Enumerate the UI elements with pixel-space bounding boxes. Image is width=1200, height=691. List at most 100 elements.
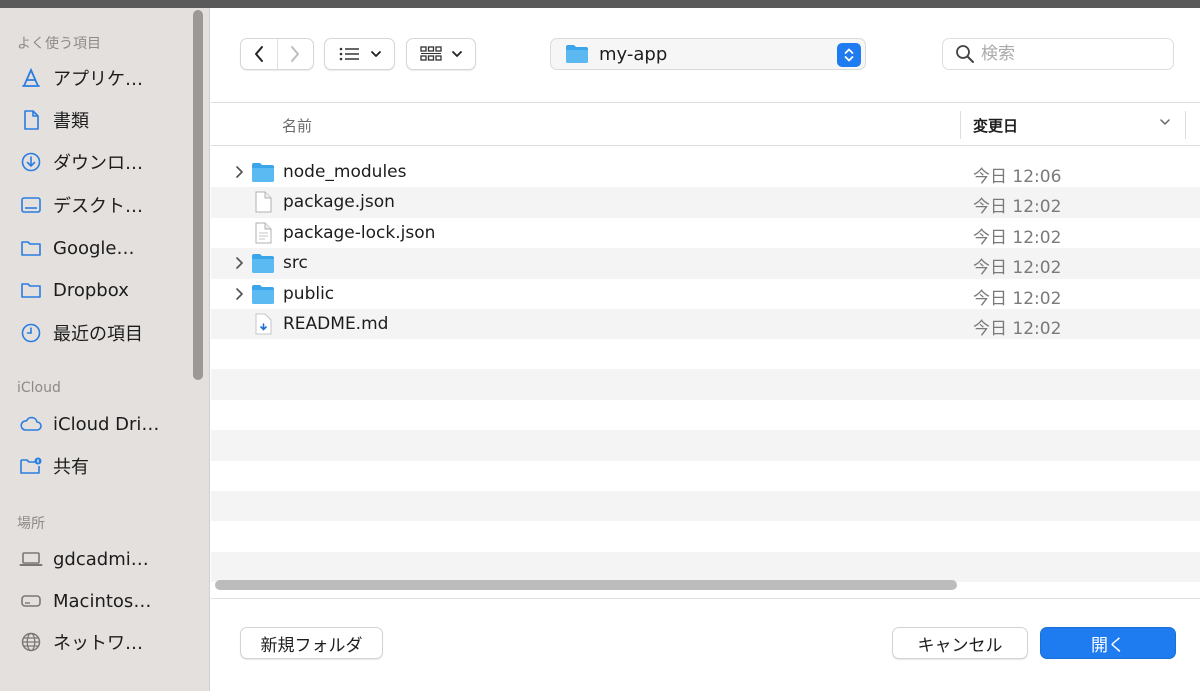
empty-row [211, 430, 1200, 461]
table-row[interactable]: public 今日 12:02 [211, 279, 1200, 309]
table-row[interactable]: package.json 今日 12:02 [211, 187, 1200, 218]
path-popup[interactable]: my-app [550, 38, 866, 70]
sort-chevron-icon[interactable] [1158, 115, 1172, 129]
column-separator[interactable] [960, 111, 961, 139]
sidebar-item-documents[interactable]: 書類 [18, 104, 198, 136]
sidebar-item-shared[interactable]: 共有 [18, 450, 198, 482]
sidebar-item-label: ネットワ… [53, 633, 143, 654]
file-name: public [283, 283, 335, 304]
file-date: 今日 12:02 [973, 258, 1062, 279]
chevron-right-icon [236, 166, 243, 178]
table-row[interactable]: package-lock.json 今日 12:02 [211, 218, 1200, 248]
sidebar-item-label: 最近の項目 [53, 324, 143, 345]
disclosure-triangle[interactable] [231, 286, 247, 302]
sidebar-item-recents[interactable]: 最近の項目 [18, 317, 198, 349]
sidebar-item-icloud-drive[interactable]: iCloud Dri… [18, 408, 198, 440]
sidebar-item-label: Macintos… [53, 590, 152, 612]
empty-row [211, 339, 1200, 369]
empty-row-stripes [211, 339, 1200, 583]
markdown-file-icon [255, 313, 272, 335]
empty-row [211, 490, 1200, 522]
folder-icon [18, 235, 44, 261]
sidebar: よく使う項目 アプリケ… 書類 ダウンロ… デスクト… Google… Drop… [0, 8, 210, 691]
sidebar-section-icloud: iCloud [17, 380, 61, 396]
sidebar-item-label: Dropbox [53, 279, 129, 301]
column-header: 名前 変更日 [211, 102, 1200, 146]
clock-icon [18, 320, 44, 346]
cloud-icon [18, 411, 44, 437]
file-name: src [283, 253, 308, 274]
empty-row [211, 369, 1200, 400]
file-icon [255, 222, 272, 244]
forward-button[interactable] [277, 39, 313, 69]
folder-icon [252, 284, 274, 304]
navigation-buttons [240, 38, 314, 70]
sidebar-item-network[interactable]: ネットワ… [18, 626, 198, 658]
group-button[interactable] [406, 38, 476, 70]
sidebar-item-google-drive[interactable]: Google… [18, 232, 198, 264]
sidebar-item-applications[interactable]: アプリケ… [18, 62, 198, 94]
table-row[interactable]: src 今日 12:02 [211, 248, 1200, 279]
file-date: 今日 12:02 [973, 197, 1062, 218]
path-stepper[interactable] [837, 43, 861, 67]
file-rows: node_modules 今日 12:06 package.json 今日 12… [211, 157, 1200, 340]
table-row[interactable]: README.md 今日 12:02 [211, 308, 1200, 340]
open-file-dialog: よく使う項目 アプリケ… 書類 ダウンロ… デスクト… Google… Drop… [0, 8, 1200, 691]
disk-icon [18, 588, 44, 614]
horizontal-scrollbar[interactable] [215, 578, 1200, 592]
search-field[interactable] [942, 38, 1174, 70]
table-row[interactable]: node_modules 今日 12:06 [211, 157, 1200, 187]
sidebar-item-desktop[interactable]: デスクト… [18, 189, 198, 221]
file-name: node_modules [283, 162, 407, 182]
grid-group-icon [420, 46, 442, 61]
search-input[interactable] [981, 44, 1161, 64]
downloads-icon [18, 149, 44, 175]
file-date: 今日 12:02 [973, 288, 1062, 309]
file-name: package.json [283, 192, 395, 213]
view-mode-button[interactable] [324, 38, 395, 70]
background-window-strip [0, 0, 1200, 8]
sidebar-item-label: Google… [53, 237, 135, 259]
chevron-down-icon [452, 51, 462, 57]
sidebar-item-macintosh-hd[interactable]: Macintos… [18, 585, 198, 617]
column-separator[interactable] [1185, 111, 1186, 139]
list-view-icon [339, 47, 359, 61]
applications-icon [18, 65, 44, 91]
sidebar-item-downloads[interactable]: ダウンロ… [18, 146, 198, 178]
disclosure-triangle[interactable] [231, 255, 247, 271]
folder-icon [566, 45, 588, 63]
folder-icon [252, 163, 274, 182]
chevron-right-icon [236, 287, 243, 300]
path-folder-label: my-app [599, 43, 668, 65]
new-folder-button[interactable]: 新規フォルダ [240, 627, 383, 659]
sidebar-item-computer[interactable]: gdcadmi… [18, 543, 198, 575]
file-date: 今日 12:02 [973, 227, 1062, 248]
chevron-right-icon [291, 46, 300, 62]
disclosure-triangle[interactable] [231, 164, 247, 180]
sidebar-item-label: 共有 [53, 457, 89, 478]
desktop-icon [18, 192, 44, 218]
sidebar-item-label: 書類 [53, 111, 89, 132]
back-button[interactable] [241, 39, 277, 69]
folder-icon [18, 277, 44, 303]
sidebar-section-favorites: よく使う項目 [17, 36, 101, 52]
shared-folder-icon [18, 453, 44, 479]
cancel-button[interactable]: キャンセル [892, 627, 1028, 659]
network-icon [18, 629, 44, 655]
document-icon [18, 107, 44, 133]
file-list: 名前 変更日 node_modules 今日 12:06 package.jso… [211, 102, 1200, 598]
empty-row [211, 521, 1200, 551]
file-icon [255, 191, 272, 213]
file-date: 今日 12:02 [973, 318, 1062, 339]
horizontal-scrollbar-thumb[interactable] [215, 580, 957, 590]
sidebar-item-dropbox[interactable]: Dropbox [18, 274, 198, 306]
sidebar-item-label: デスクト… [53, 196, 143, 217]
chevron-right-icon [236, 257, 243, 270]
column-name-header[interactable]: 名前 [282, 115, 312, 136]
column-date-header[interactable]: 変更日 [973, 115, 1018, 136]
open-button[interactable]: 開く [1040, 627, 1176, 659]
sidebar-section-locations: 場所 [17, 516, 45, 532]
sidebar-scrollbar[interactable] [193, 10, 203, 380]
file-name: README.md [283, 313, 389, 334]
chevron-down-icon [370, 51, 381, 57]
